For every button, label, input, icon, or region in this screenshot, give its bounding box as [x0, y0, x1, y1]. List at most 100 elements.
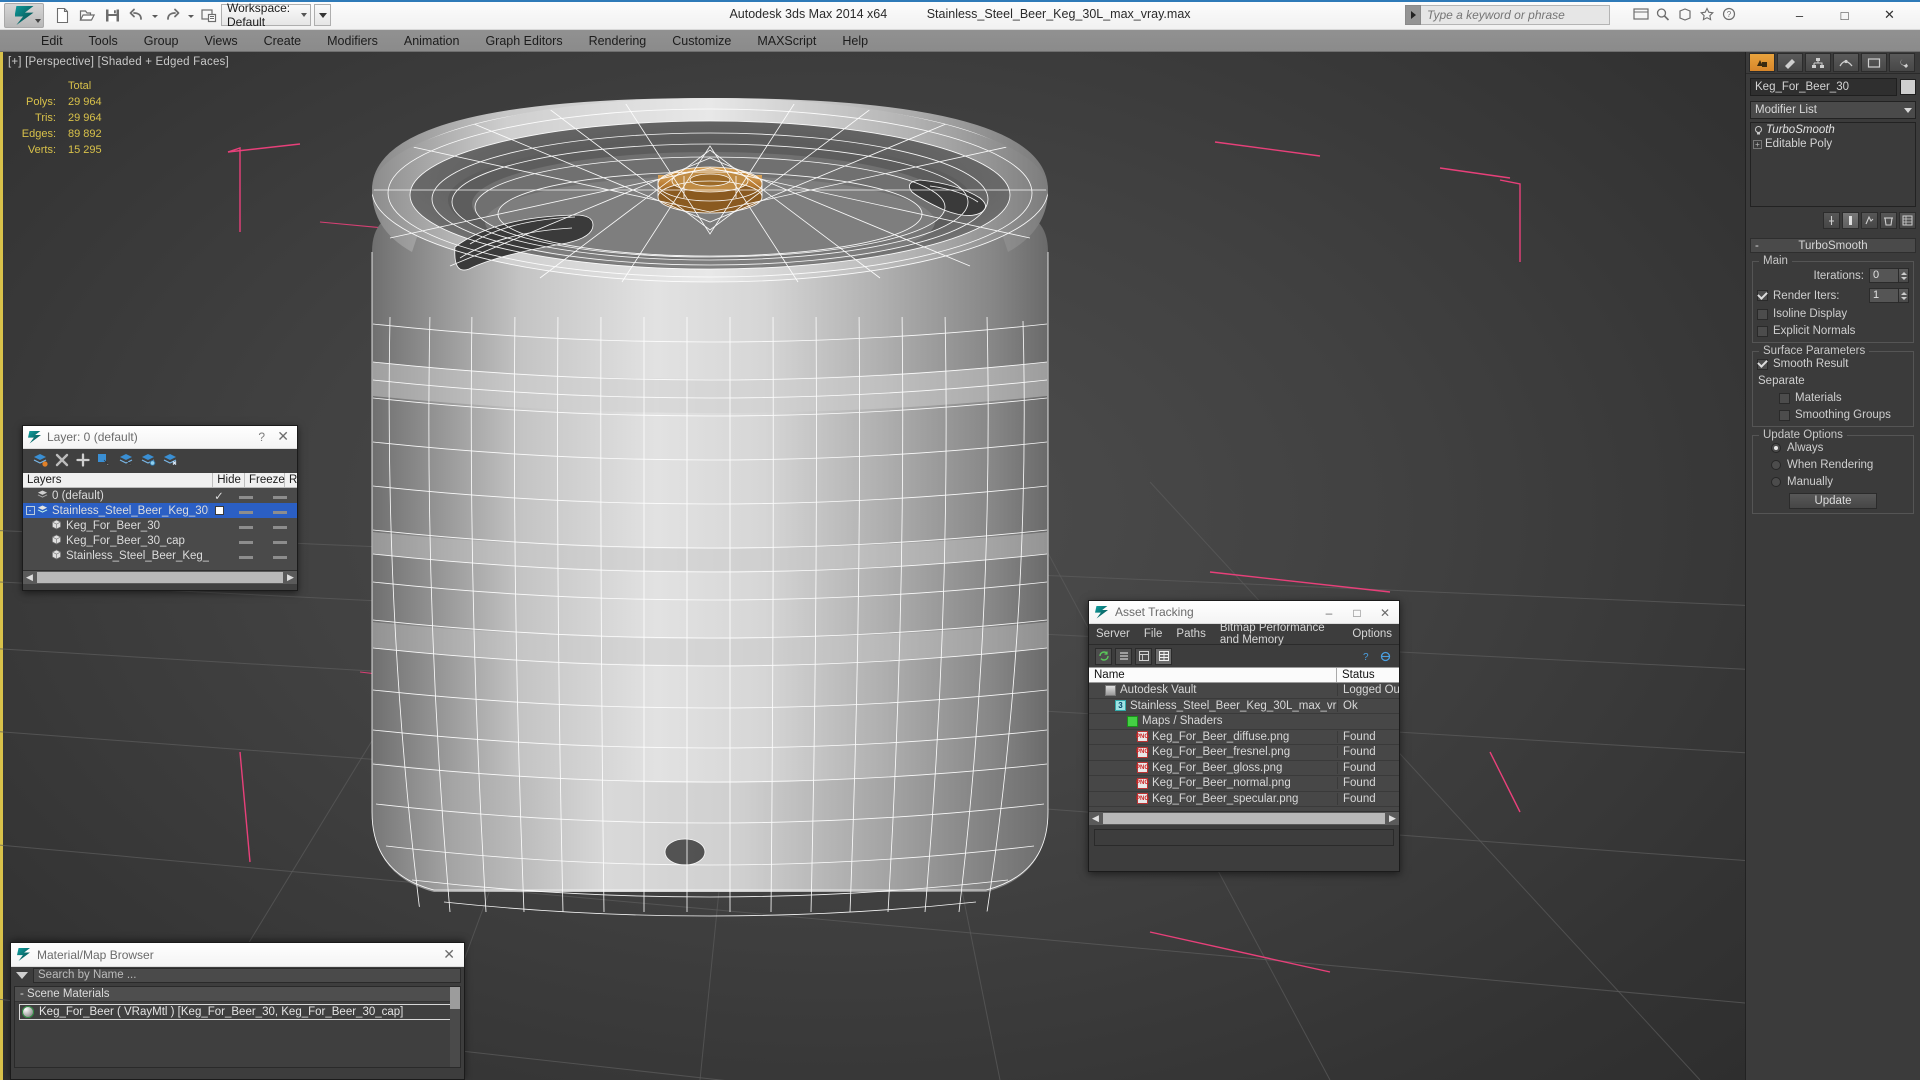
section-collapse-glyph[interactable]: - — [20, 988, 24, 1000]
motion-tab[interactable] — [1833, 53, 1859, 72]
select-highlighted-icon[interactable] — [119, 452, 134, 470]
object-color-swatch[interactable] — [1900, 79, 1916, 95]
asset-list[interactable]: Autodesk Vault Logged Ou 3 Stainless_Ste… — [1089, 683, 1399, 811]
grid-view-icon[interactable] — [1155, 647, 1172, 665]
separate-smoothing-groups-row[interactable]: Smoothing Groups — [1757, 409, 1909, 421]
maximize-button[interactable]: □ — [1343, 601, 1371, 624]
modify-tab[interactable] — [1777, 53, 1803, 72]
show-end-result-icon[interactable] — [1842, 212, 1859, 229]
search-box[interactable] — [1405, 5, 1610, 25]
lightbulb-icon[interactable] — [1753, 125, 1764, 136]
layer-hide-cell[interactable] — [229, 520, 263, 532]
favorites-star-icon[interactable] — [1698, 5, 1716, 23]
asset-horizontal-scrollbar[interactable]: ◀ ▶ — [1089, 811, 1399, 825]
open-icon[interactable] — [75, 4, 99, 27]
modifier-stack-item-turbosmooth[interactable]: TurboSmooth — [1751, 123, 1915, 137]
update-always-radio[interactable] — [1771, 443, 1781, 453]
expand-plus-icon[interactable]: + — [1753, 139, 1762, 149]
scroll-thumb[interactable] — [450, 987, 460, 1009]
material-search-input[interactable]: Search by Name ... — [33, 968, 461, 983]
scroll-left-icon[interactable]: ◀ — [1089, 812, 1102, 825]
menu-item-help[interactable]: Help — [829, 30, 881, 52]
search-magnifier-icon[interactable] — [1654, 5, 1672, 23]
menu-item-edit[interactable]: Edit — [28, 30, 76, 52]
scroll-thumb[interactable] — [37, 572, 283, 583]
vault-link-icon[interactable] — [1377, 648, 1394, 665]
asset-row-specular-png[interactable]: PNG Keg_For_Beer_specular.png Found — [1089, 792, 1399, 807]
workspace-dropdown-button[interactable] — [314, 4, 331, 26]
scene-materials-section-header[interactable]: - Scene Materials — [15, 987, 460, 1002]
update-when-rendering-radio[interactable] — [1771, 460, 1781, 470]
maximize-button[interactable]: □ — [1822, 0, 1867, 30]
update-button[interactable]: Update — [1789, 493, 1877, 509]
iterations-spinner[interactable]: 0 — [1869, 268, 1909, 283]
menu-item-bitmap-performance[interactable]: Bitmap Performance and Memory — [1213, 622, 1346, 646]
undo-icon[interactable] — [125, 4, 149, 27]
remove-modifier-icon[interactable] — [1880, 212, 1897, 229]
layer-freeze-cell[interactable] — [263, 535, 297, 547]
asset-row-normal-png[interactable]: PNG Keg_For_Beer_normal.png Found — [1089, 776, 1399, 792]
rollout-header[interactable]: - TurboSmooth — [1750, 238, 1916, 253]
modifier-list-dropdown[interactable]: Modifier List — [1750, 101, 1916, 119]
layer-horizontal-scrollbar[interactable]: ◀ ▶ — [23, 570, 297, 584]
hierarchy-tab[interactable] — [1805, 53, 1831, 72]
redo-dropdown-icon[interactable] — [186, 4, 196, 27]
material-item-keg-for-beer[interactable]: Keg_For_Beer ( VRayMtl ) [Keg_For_Beer_3… — [19, 1004, 456, 1020]
explicit-normals-row[interactable]: Explicit Normals — [1757, 325, 1909, 337]
delete-layer-icon[interactable] — [55, 453, 69, 470]
asset-tracking-titlebar[interactable]: Asset Tracking – □ ✕ — [1089, 601, 1399, 624]
search-input[interactable] — [1421, 5, 1610, 25]
layer-row-keg-for-beer-30-cap[interactable]: Keg_For_Beer_30_cap — [23, 533, 297, 548]
help-circle-icon[interactable]: ? — [1720, 5, 1738, 23]
modifier-stack[interactable]: TurboSmooth + Editable Poly — [1750, 122, 1916, 207]
layer-hide-cell[interactable] — [229, 490, 263, 502]
menu-item-maxscript[interactable]: MAXScript — [744, 30, 829, 52]
menu-item-file[interactable]: File — [1137, 628, 1170, 640]
scroll-thumb[interactable] — [1103, 813, 1385, 824]
minimize-button[interactable]: – — [1315, 601, 1343, 624]
help-button[interactable]: ? — [258, 430, 265, 444]
render-iters-spin-buttons[interactable] — [1899, 288, 1909, 303]
scroll-right-icon[interactable]: ▶ — [284, 571, 297, 584]
layer-dialog[interactable]: Layer: 0 (default) ? ✕ Layers Hide Freez… — [22, 425, 298, 591]
save-icon[interactable] — [100, 4, 124, 27]
detail-view-icon[interactable] — [1135, 647, 1152, 665]
menu-item-modifiers[interactable]: Modifiers — [314, 30, 391, 52]
layer-freeze-cell[interactable] — [263, 490, 297, 502]
isoline-display-checkbox[interactable] — [1757, 308, 1768, 320]
asset-row-max-file[interactable]: 3 Stainless_Steel_Beer_Keg_30L_max_vray.… — [1089, 699, 1399, 714]
layer-hide-cell[interactable] — [229, 535, 263, 547]
iterations-value[interactable]: 0 — [1869, 268, 1899, 283]
asset-row-fresnel-png[interactable]: PNG Keg_For_Beer_fresnel.png Found — [1089, 745, 1399, 761]
layer-list[interactable]: 0 (default) ✓ - Stainless_Steel_Beer_Keg… — [23, 488, 297, 570]
utilities-tab[interactable] — [1889, 53, 1915, 72]
update-when-rendering-row[interactable]: When Rendering — [1757, 459, 1909, 471]
menu-item-options[interactable]: Options — [1345, 628, 1399, 640]
separate-materials-checkbox[interactable] — [1779, 392, 1790, 404]
layer-row-stainless-steel-beer-keg-30l[interactable]: - Stainless_Steel_Beer_Keg_30L — [23, 503, 297, 518]
highlight-selected-icon[interactable] — [141, 452, 156, 470]
menu-item-rendering[interactable]: Rendering — [576, 30, 660, 52]
smooth-result-checkbox[interactable] — [1757, 358, 1768, 370]
pin-stack-icon[interactable] — [1823, 212, 1840, 229]
create-tab[interactable] — [1749, 53, 1775, 72]
material-browser-titlebar[interactable]: Material/Map Browser ✕ — [11, 943, 464, 967]
render-iters-value[interactable]: 1 — [1869, 288, 1899, 303]
hide-unhide-icon[interactable] — [163, 452, 178, 470]
select-objects-icon[interactable] — [97, 452, 112, 470]
display-tab[interactable] — [1861, 53, 1887, 72]
menu-item-customize[interactable]: Customize — [659, 30, 744, 52]
modifier-stack-item-editable-poly[interactable]: + Editable Poly — [1751, 137, 1915, 151]
layer-dialog-titlebar[interactable]: Layer: 0 (default) ? ✕ — [23, 426, 297, 449]
scroll-right-icon[interactable]: ▶ — [1386, 812, 1399, 825]
close-button[interactable]: ✕ — [1867, 0, 1912, 30]
asset-row-diffuse-png[interactable]: PNG Keg_For_Beer_diffuse.png Found — [1089, 730, 1399, 745]
material-map-browser[interactable]: Material/Map Browser ✕ Search by Name ..… — [10, 942, 465, 1080]
beer-keg-model[interactable] — [360, 62, 1060, 942]
autodesk-360-icon[interactable] — [1632, 5, 1650, 23]
help-question-icon[interactable]: ? — [1357, 648, 1374, 665]
update-manually-radio[interactable] — [1771, 477, 1781, 487]
menu-item-group[interactable]: Group — [131, 30, 192, 52]
menu-item-tools[interactable]: Tools — [76, 30, 131, 52]
search-run-icon[interactable] — [1405, 5, 1421, 25]
